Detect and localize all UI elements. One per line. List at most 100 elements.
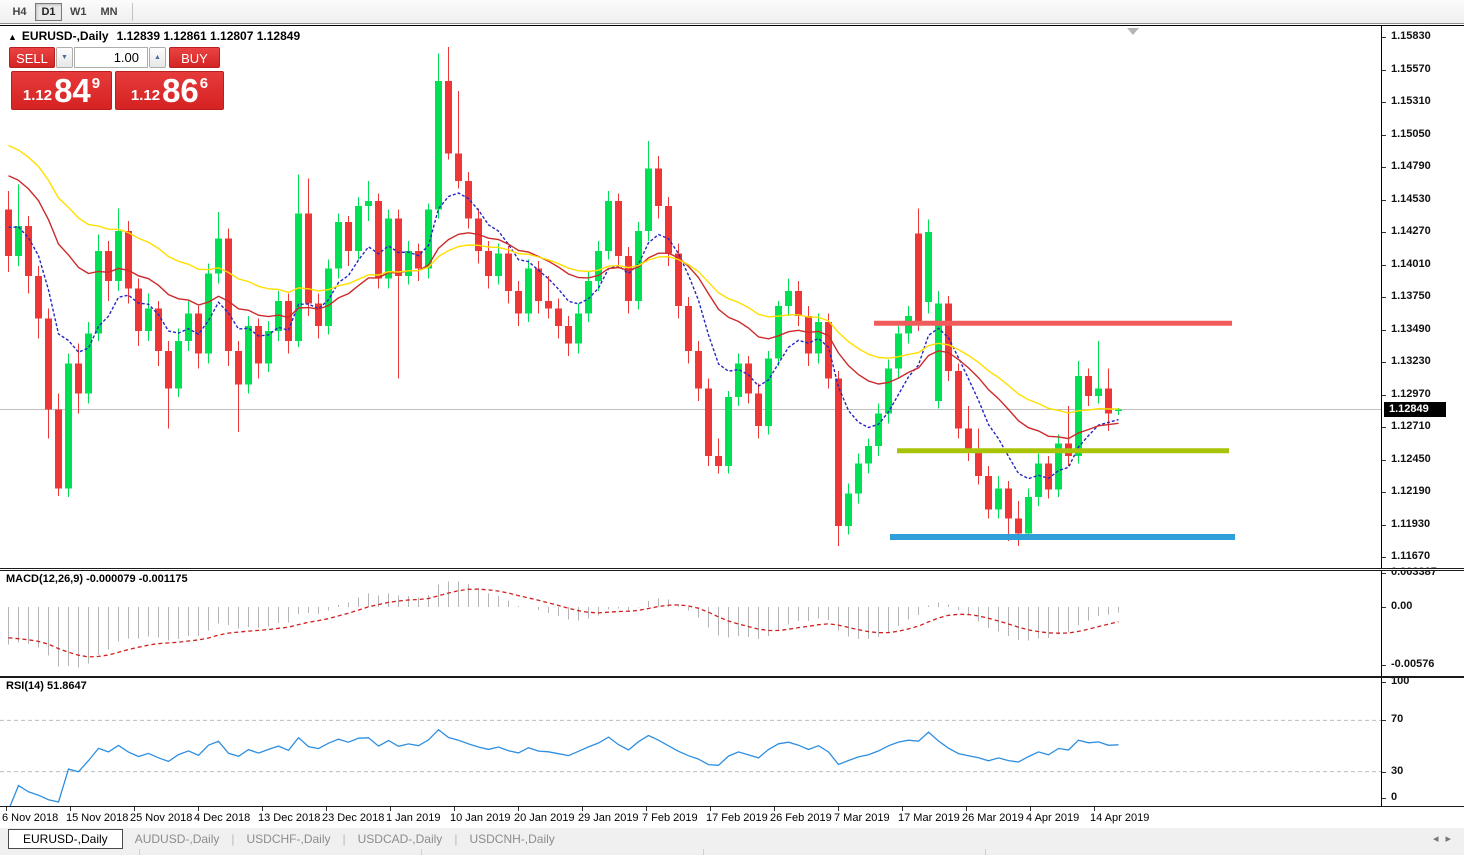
date-label: 20 Jan 2019 <box>514 812 575 824</box>
price-tick-label-tick <box>1382 362 1386 363</box>
status-strip-divider <box>421 849 422 855</box>
date-label: 29 Jan 2019 <box>578 812 639 824</box>
chart-tab-usdcad[interactable]: USDCAD-,Daily <box>346 830 455 848</box>
price-tick-label: 1.15050 <box>1391 128 1431 141</box>
macd-tick-label: 0.00 <box>1391 600 1412 613</box>
symbol-marker-icon: ▲ <box>8 32 17 42</box>
rsi-tick-label: 30 <box>1391 765 1403 778</box>
status-strip <box>0 849 1464 855</box>
price-tick-label: 1.11930 <box>1391 518 1430 531</box>
timeframe-button-w1[interactable]: W1 <box>64 3 93 21</box>
date-label: 26 Mar 2019 <box>962 812 1024 824</box>
macd-signal-line <box>9 589 1119 657</box>
price-tick-label: 1.13230 <box>1391 355 1431 368</box>
date-tick <box>1094 807 1095 811</box>
date-label: 4 Dec 2018 <box>194 812 250 824</box>
macd-values: -0.000079 -0.001175 <box>86 573 188 585</box>
buy-price-panel[interactable]: 1.12 86 6 <box>115 71 224 110</box>
pane-splitter-rsi[interactable] <box>0 676 1464 678</box>
rsi-label: RSI(14) 51.8647 <box>6 680 87 692</box>
price-tick-label-tick <box>1382 37 1386 38</box>
price-tick-label: 1.14790 <box>1391 160 1431 173</box>
date-tick <box>70 807 71 811</box>
price-tick-label: 1.13750 <box>1391 290 1431 303</box>
date-label: 1 Jan 2019 <box>386 812 440 824</box>
rsi-pane[interactable]: RSI(14) 51.8647 <box>0 678 1381 806</box>
date-tick <box>198 807 199 811</box>
date-tick <box>838 807 839 811</box>
price-tick-label: 1.14010 <box>1391 258 1431 271</box>
tab-scroll-arrows[interactable]: ◂▸ <box>1433 832 1458 845</box>
chart-tabs-bar: EURUSD-,DailyAUDUSD-,Daily|USDCHF-,Daily… <box>0 827 1464 849</box>
price-tick-label: 1.12450 <box>1391 453 1431 466</box>
trading-platform: H4D1W1MN ▲EURUSD-,Daily1.12839 1.12861 1… <box>0 0 1464 855</box>
chart-tab-usdchf[interactable]: USDCHF-,Daily <box>235 830 343 848</box>
price-axis[interactable]: 1.158301.155701.153101.150501.147901.145… <box>1381 26 1464 806</box>
date-label: 10 Jan 2019 <box>450 812 511 824</box>
date-label: 26 Feb 2019 <box>770 812 832 824</box>
price-tick-label-tick <box>1382 492 1386 493</box>
timeframe-button-mn[interactable]: MN <box>95 3 124 21</box>
price-tick-label-tick <box>1382 297 1386 298</box>
low-support-line[interactable] <box>890 534 1235 540</box>
date-tick <box>134 807 135 811</box>
price-pane[interactable]: ▲EURUSD-,Daily1.12839 1.12861 1.12807 1.… <box>0 26 1381 568</box>
date-tick <box>454 807 455 811</box>
scroll-right-icon[interactable]: ▸ <box>1445 833 1458 845</box>
rsi-tick-label-tick <box>1382 682 1386 683</box>
rsi-chart <box>0 678 1381 806</box>
chart-title: ▲EURUSD-,Daily1.12839 1.12861 1.12807 1.… <box>8 29 300 43</box>
volume-increase-button[interactable]: ▲ <box>149 47 166 68</box>
date-tick <box>326 807 327 811</box>
resistance-line[interactable] <box>874 321 1232 326</box>
volume-input[interactable] <box>74 47 148 68</box>
status-strip-divider <box>703 849 704 855</box>
sell-price-panel[interactable]: 1.12 84 9 <box>11 71 112 110</box>
mid-support-line[interactable] <box>897 448 1229 453</box>
chevron-down-icon: ▼ <box>61 54 68 61</box>
macd-name: MACD(12,26,9) <box>6 573 83 585</box>
time-axis[interactable]: 6 Nov 201815 Nov 201825 Nov 20184 Dec 20… <box>0 807 1464 828</box>
chart-bottom-border <box>0 806 1464 807</box>
chevron-up-icon: ▲ <box>154 54 161 61</box>
chart-window: ▲EURUSD-,Daily1.12839 1.12861 1.12807 1.… <box>0 25 1464 827</box>
price-tick-label: 1.15830 <box>1391 30 1431 43</box>
pane-splitter-macd[interactable] <box>0 568 1464 571</box>
chart-tab-usdcnh[interactable]: USDCNH-,Daily <box>457 830 566 848</box>
price-tick-label: 1.12970 <box>1391 388 1431 401</box>
chart-shift-marker-icon[interactable] <box>1127 28 1139 35</box>
chart-tab-eurusd[interactable]: EURUSD-,Daily <box>8 829 123 849</box>
chart-title-ohlc: 1.12839 1.12861 1.12807 1.12849 <box>117 29 301 43</box>
chart-tabs: EURUSD-,DailyAUDUSD-,Daily|USDCHF-,Daily… <box>8 829 567 849</box>
buy-button[interactable]: BUY <box>169 47 220 68</box>
buy-price-prefix: 1.12 <box>131 87 160 104</box>
timeframe-buttons: H4D1W1MN <box>6 3 126 21</box>
sell-button[interactable]: SELL <box>9 47 55 68</box>
macd-tick-label-tick <box>1382 665 1386 666</box>
sell-price-pipette: 9 <box>92 75 100 92</box>
macd-label: MACD(12,26,9) -0.000079 -0.001175 <box>6 573 188 585</box>
price-tick-label-tick <box>1382 460 1386 461</box>
price-tick-label-tick <box>1382 330 1386 331</box>
rsi-tick-label: 0 <box>1391 791 1397 804</box>
macd-pane[interactable]: MACD(12,26,9) -0.000079 -0.001175 <box>0 571 1381 676</box>
date-label: 13 Dec 2018 <box>258 812 320 824</box>
volume-decrease-button[interactable]: ▼ <box>56 47 73 68</box>
date-tick <box>710 807 711 811</box>
price-tick-label-tick <box>1382 525 1386 526</box>
macd-chart <box>0 571 1381 676</box>
chart-tab-audusd[interactable]: AUDUSD-,Daily <box>123 830 232 848</box>
price-tick-label-tick <box>1382 70 1386 71</box>
rsi-line <box>9 730 1119 806</box>
macd-tick-label-tick <box>1382 573 1386 574</box>
scroll-left-icon[interactable]: ◂ <box>1433 833 1446 845</box>
timeframe-button-d1[interactable]: D1 <box>35 3 62 21</box>
timeframe-toolbar: H4D1W1MN <box>0 0 1464 24</box>
macd-tick-label-tick <box>1382 607 1386 608</box>
date-tick <box>262 807 263 811</box>
timeframe-button-h4[interactable]: H4 <box>6 3 33 21</box>
toolbar-divider <box>132 3 133 21</box>
rsi-name: RSI(14) <box>6 680 44 692</box>
price-tick-label: 1.14530 <box>1391 193 1431 206</box>
price-tick-label-tick <box>1382 265 1386 266</box>
